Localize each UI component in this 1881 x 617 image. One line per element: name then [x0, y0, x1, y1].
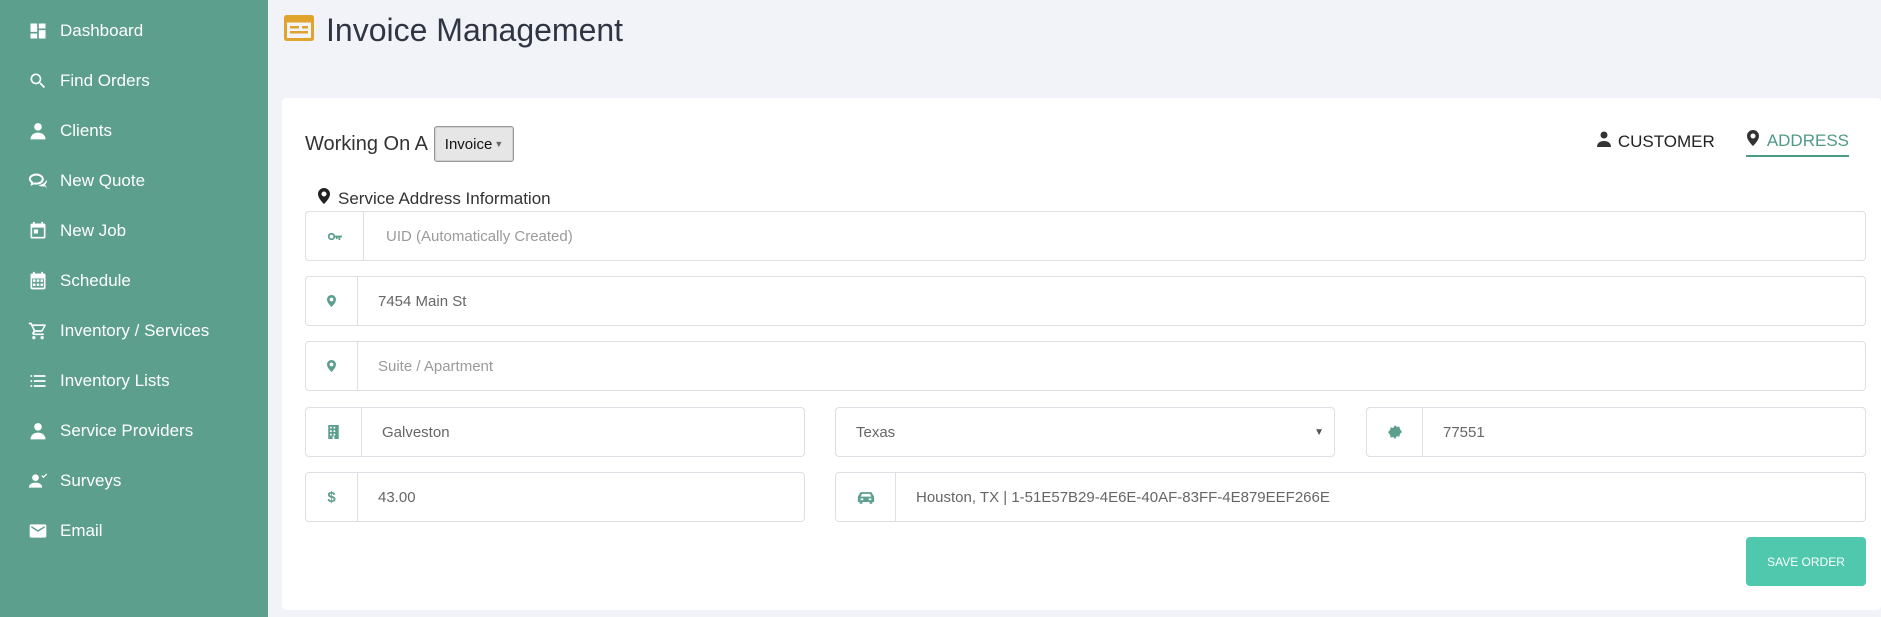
chat-icon [28, 171, 48, 191]
sidebar-item-new-quote[interactable]: New Quote [28, 166, 145, 196]
map-marker-icon [306, 342, 358, 390]
working-on: Working On A Invoice ▼ [305, 126, 515, 162]
state-select[interactable]: Texas ▼ [835, 407, 1335, 457]
map-marker-icon [318, 188, 338, 209]
sidebar-item-label: Service Providers [60, 421, 194, 440]
cart-icon [28, 321, 48, 341]
section-title: Service Address Information [338, 188, 551, 208]
tab-address-label: ADDRESS [1766, 130, 1849, 150]
working-on-label: Working On A [305, 132, 429, 155]
sidebar-item-label: Dashboard [60, 21, 144, 40]
sidebar-item-service-providers[interactable]: Service Providers [28, 416, 193, 446]
address-input[interactable]: 7454 Main St [358, 277, 1865, 325]
tab-customer-label: CUSTOMER [1617, 131, 1715, 151]
sidebar-item-new-job[interactable]: New Job [28, 216, 126, 246]
calendar-icon [28, 271, 48, 291]
sidebar-item-inventory-services[interactable]: Inventory / Services [28, 316, 209, 346]
state-label: Texas [856, 423, 896, 441]
page-header: Invoice Management [284, 8, 623, 52]
section-heading: Service Address Information [318, 188, 551, 209]
chevron-down-icon: ▼ [494, 139, 504, 149]
page-title: Invoice Management [326, 11, 624, 48]
price-input[interactable]: 43.00 [358, 473, 804, 521]
invoice-icon [284, 14, 314, 46]
list-icon [28, 371, 48, 391]
save-order-button[interactable]: SAVE ORDER [1746, 537, 1866, 586]
form-tabs: CUSTOMER ADDRESS [1566, 130, 1849, 157]
zip-field[interactable]: 77551 [1366, 407, 1866, 457]
order-type-select[interactable]: Invoice ▼ [434, 126, 515, 162]
calendar-card-icon [28, 221, 48, 241]
sidebar-item-label: Clients [60, 121, 112, 140]
person-icon [28, 121, 48, 141]
dashboard-icon [28, 21, 48, 41]
address-field[interactable]: 7454 Main St [305, 276, 1866, 326]
route-input[interactable]: Houston, TX | 1-51E57B29-4E6E-40AF-83FF-… [896, 473, 1865, 521]
map-marker-icon [306, 277, 358, 325]
tab-customer[interactable]: CUSTOMER [1596, 131, 1715, 156]
sidebar-item-label: Email [60, 521, 103, 540]
sidebar-item-find-orders[interactable]: Find Orders [28, 66, 150, 96]
tab-address[interactable]: ADDRESS [1745, 130, 1849, 157]
suite-input[interactable]: Suite / Apartment [358, 342, 1865, 390]
sidebar-item-inventory-lists[interactable]: Inventory Lists [28, 366, 170, 396]
chevron-down-icon: ▼ [1314, 426, 1324, 438]
uid-input[interactable]: UID (Automatically Created) [364, 212, 1865, 260]
sidebar-item-label: Find Orders [60, 71, 150, 90]
sidebar-item-label: Inventory Lists [60, 371, 170, 390]
city-field[interactable]: Galveston [305, 407, 805, 457]
sidebar-item-label: Inventory / Services [60, 321, 210, 340]
badge-icon [1367, 408, 1423, 456]
dollar-icon: $ [306, 473, 358, 521]
building-icon [306, 408, 362, 456]
state-value: Texas ▼ [836, 408, 1334, 456]
sidebar: Dashboard Find Orders Clients New Quote … [0, 0, 268, 617]
sidebar-item-clients[interactable]: Clients [28, 116, 112, 146]
people-icon [28, 471, 48, 491]
zip-input[interactable]: 77551 [1423, 408, 1865, 456]
key-icon [306, 212, 364, 260]
suite-field[interactable]: Suite / Apartment [305, 341, 1866, 391]
city-input[interactable]: Galveston [362, 408, 804, 456]
envelope-icon [28, 521, 48, 541]
sidebar-item-label: Schedule [60, 271, 131, 290]
sidebar-item-email[interactable]: Email [28, 516, 103, 546]
person-icon [28, 421, 48, 441]
sidebar-item-label: New Quote [60, 171, 146, 190]
person-icon [1596, 131, 1618, 152]
price-field[interactable]: $ 43.00 [305, 472, 805, 522]
sidebar-item-schedule[interactable]: Schedule [28, 266, 131, 296]
sidebar-item-label: Surveys [60, 471, 122, 490]
car-icon [836, 473, 896, 521]
sidebar-item-dashboard[interactable]: Dashboard [28, 16, 143, 46]
sidebar-item-surveys[interactable]: Surveys [28, 466, 121, 496]
search-icon [28, 71, 48, 91]
sidebar-item-label: New Job [60, 221, 127, 240]
route-field[interactable]: Houston, TX | 1-51E57B29-4E6E-40AF-83FF-… [835, 472, 1866, 522]
uid-field[interactable]: UID (Automatically Created) [305, 211, 1866, 261]
map-marker-icon [1746, 130, 1767, 151]
order-type-value: Invoice [444, 135, 493, 153]
